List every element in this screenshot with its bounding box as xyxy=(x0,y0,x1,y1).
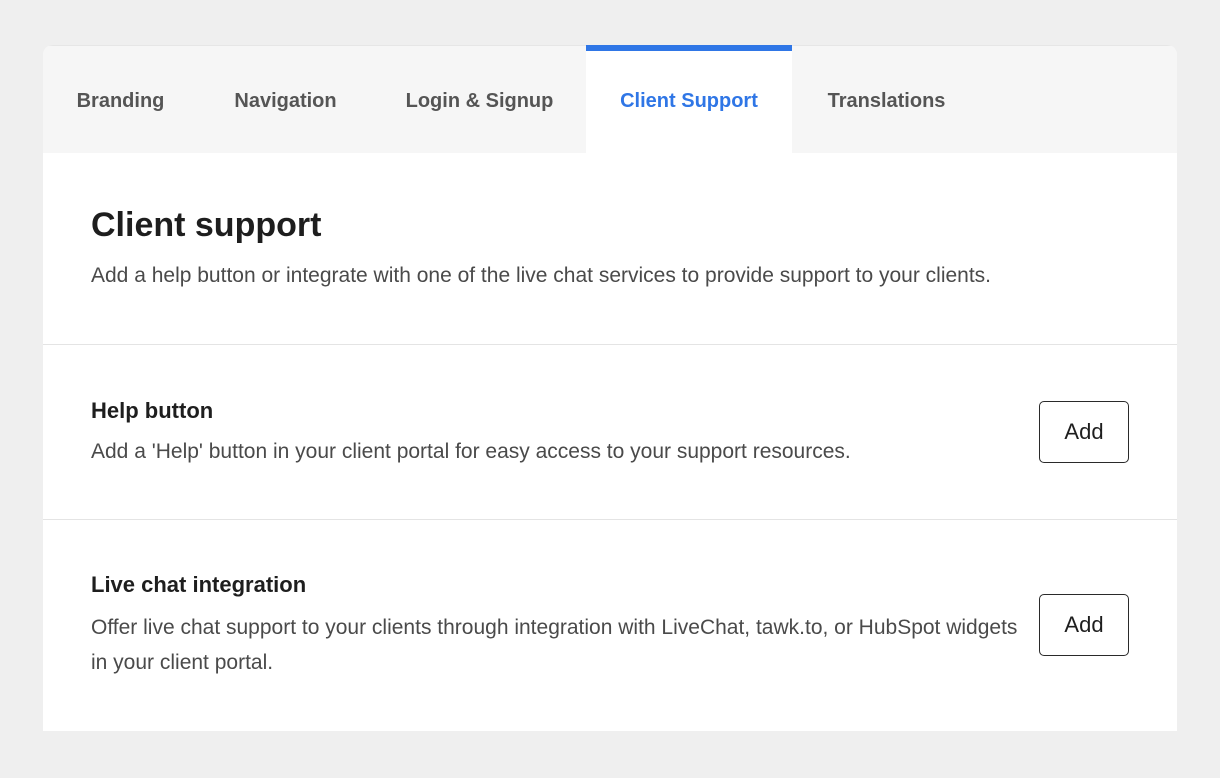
tab-client-support[interactable]: Client Support xyxy=(586,45,792,153)
tab-branding[interactable]: Branding xyxy=(43,46,198,153)
tab-translations[interactable]: Translations xyxy=(792,46,981,153)
live-chat-description: Offer live chat support to your clients … xyxy=(91,616,1018,674)
add-live-chat-button[interactable]: Add xyxy=(1039,594,1129,656)
page-header: Client support Add a help button or inte… xyxy=(43,153,1177,345)
page-title: Client support xyxy=(91,206,322,244)
add-help-button[interactable]: Add xyxy=(1039,401,1129,463)
tab-bar: Branding Navigation Login & Signup Clien… xyxy=(43,45,1177,153)
live-chat-text: Live chat integration Offer live chat su… xyxy=(91,570,1021,680)
help-button-section: Help button Add a 'Help' button in your … xyxy=(43,345,1177,520)
page-description: Add a help button or integrate with one … xyxy=(91,264,992,287)
tab-login-signup[interactable]: Login & Signup xyxy=(373,46,586,153)
live-chat-title: Live chat integration xyxy=(91,572,307,597)
settings-card: Branding Navigation Login & Signup Clien… xyxy=(43,45,1177,731)
help-button-text: Help button Add a 'Help' button in your … xyxy=(91,396,851,469)
live-chat-section: Live chat integration Offer live chat su… xyxy=(43,520,1177,730)
help-button-title: Help button xyxy=(91,397,214,423)
tab-navigation[interactable]: Navigation xyxy=(198,46,373,153)
help-button-description: Add a 'Help' button in your client porta… xyxy=(91,439,851,463)
